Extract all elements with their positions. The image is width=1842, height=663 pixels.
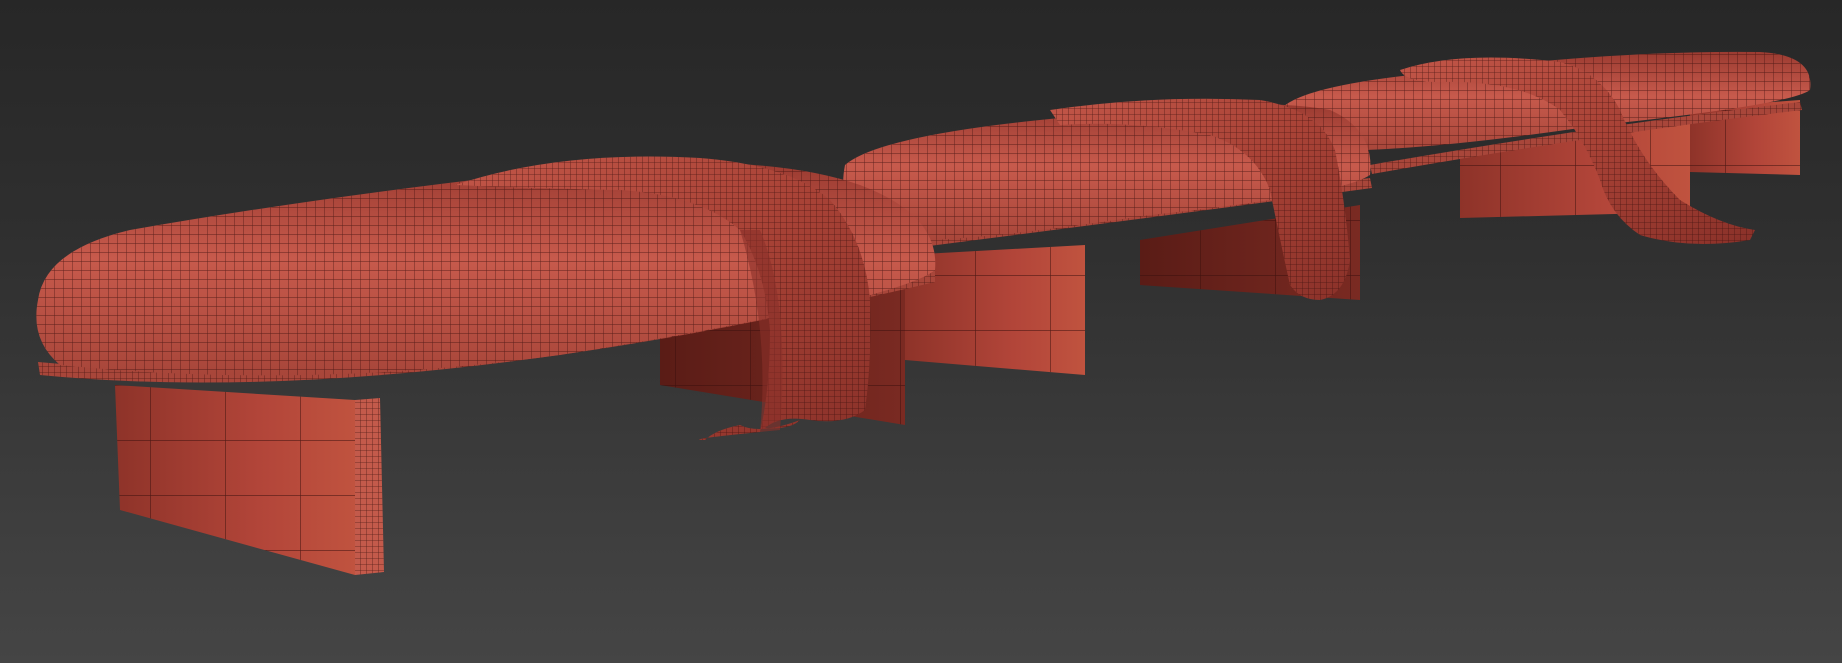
- bench-1-leg-front: [115, 385, 384, 575]
- bench-1[interactable]: [36, 156, 936, 575]
- 3d-viewport[interactable]: [0, 0, 1842, 663]
- viewport-scene: [36, 51, 1811, 575]
